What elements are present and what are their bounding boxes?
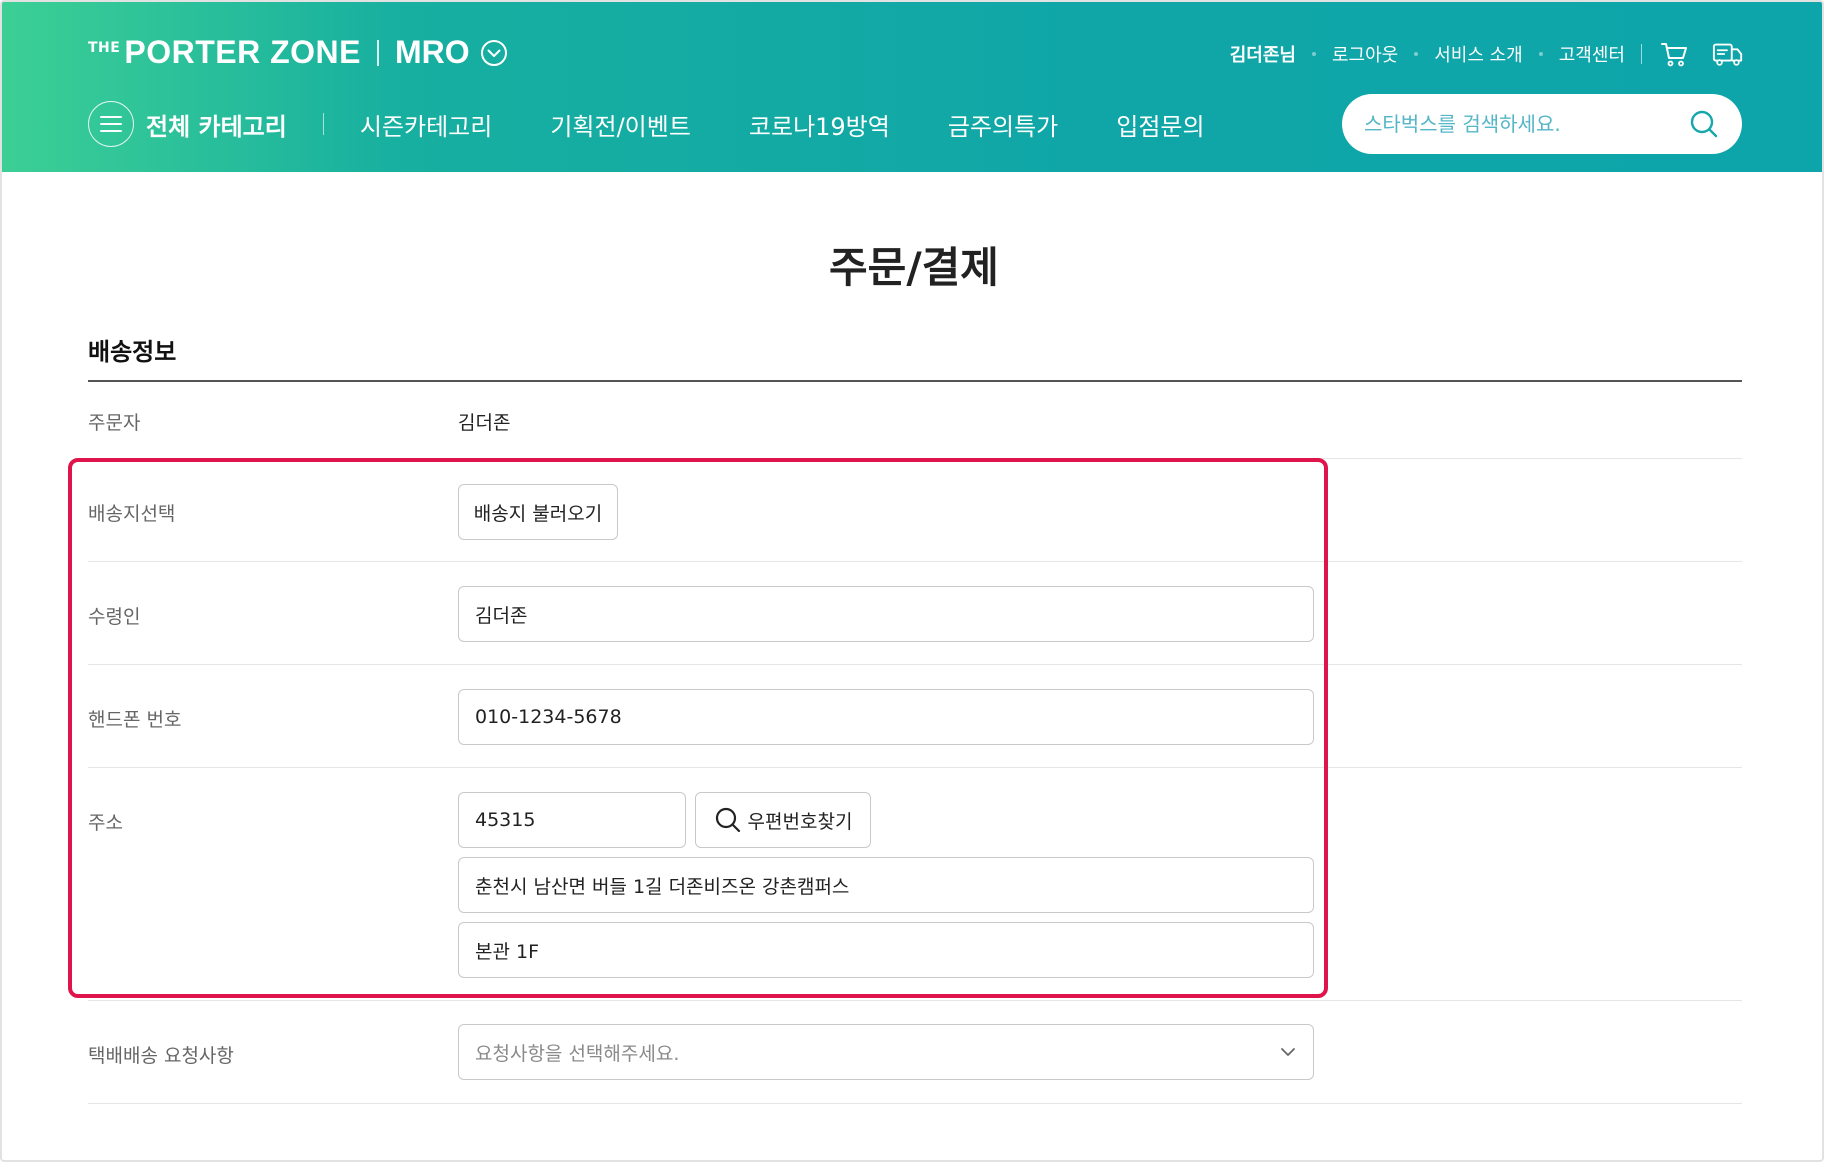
util-divider [1641,44,1642,64]
delivery-request-select[interactable]: 요청사항을 선택해주세요. [458,1024,1314,1080]
hamburger-icon[interactable] [88,101,134,147]
nav-item-events[interactable]: 기획전/이벤트 [550,107,691,142]
address-select-row: 배송지선택 배송지 불러오기 [88,459,1742,562]
recipient-field [458,586,1314,642]
delivery-request-placeholder: 요청사항을 선택해주세요. [475,1042,680,1065]
address-row: 주소 우편번호찾기 [88,768,1742,1001]
main-nav: 전체 카테고리 시즌카테고리 기획전/이벤트 코로나19방역 금주의특가 입점문… [88,100,1263,148]
nav-item-covid[interactable]: 코로나19방역 [749,107,890,142]
util-separator [1311,52,1316,56]
recipient-label: 수령인 [88,606,141,628]
zipcode-search-button[interactable]: 우편번호찾기 [695,792,871,848]
delivery-truck-icon[interactable] [1712,38,1744,70]
logo-brand: PORTER ZONE [124,34,361,70]
recipient-input[interactable] [475,603,1297,625]
address-line2-input[interactable] [475,939,1297,961]
util-separator [1538,52,1543,56]
zipcode-field [458,792,686,848]
zipcode-input[interactable] [475,809,669,831]
phone-row: 핸드폰 번호 [88,665,1742,768]
delivery-request-row: 택배배송 요청사항 요청사항을 선택해주세요. [88,1001,1742,1104]
address-line1-input[interactable] [475,874,1297,896]
orderer-row: 주문자 김더존 [88,382,1742,459]
cart-icon[interactable] [1658,38,1690,70]
address-label: 주소 [88,812,123,834]
search-input[interactable] [1364,112,1688,136]
user-name[interactable]: 김더존님 [1230,41,1296,67]
nav-item-partner-inquiry[interactable]: 입점문의 [1116,107,1204,142]
orderer-value: 김더존 [458,412,511,434]
nav-item-weekly-deal[interactable]: 금주의특가 [948,107,1058,142]
delivery-request-label: 택배배송 요청사항 [88,1045,234,1067]
search-icon[interactable] [1688,108,1720,140]
logo-divider [376,39,379,66]
zipcode-search-label: 우편번호찾기 [747,810,853,833]
chevron-down-icon[interactable] [480,39,508,67]
nav-divider [322,113,324,135]
customer-center-link[interactable]: 고객센터 [1559,41,1625,67]
phone-label: 핸드폰 번호 [88,709,182,731]
phone-input[interactable] [475,706,1297,728]
load-address-button[interactable]: 배송지 불러오기 [458,484,618,540]
page-title: 주문/결제 [829,243,999,292]
site-header: THE PORTER ZONE MRO 김더존님 로그아웃 서비스 소개 고객센… [2,2,1822,172]
recipient-row: 수령인 [88,562,1742,665]
search-box [1342,94,1742,154]
chevron-down-icon [1281,1048,1295,1056]
logout-link[interactable]: 로그아웃 [1332,41,1398,67]
address-select-label: 배송지선택 [88,503,176,525]
utility-menu: 김더존님 로그아웃 서비스 소개 고객센터 [1230,38,1744,70]
service-intro-link[interactable]: 서비스 소개 [1434,41,1523,67]
orderer-label: 주문자 [88,412,141,434]
logo-sub: MRO [394,34,470,70]
site-logo[interactable]: THE PORTER ZONE MRO [88,34,508,71]
section-title: 배송정보 [88,338,177,366]
search-icon [715,807,740,833]
nav-item-season[interactable]: 시즌카테고리 [360,107,492,142]
nav-all-categories[interactable]: 전체 카테고리 [146,107,287,142]
address-line2-field [458,922,1314,978]
util-separator [1414,52,1419,56]
address-line1-field [458,857,1314,913]
logo-prefix: THE [88,40,121,56]
page-frame: THE PORTER ZONE MRO 김더존님 로그아웃 서비스 소개 고객센… [0,0,1824,1162]
phone-field [458,689,1314,745]
